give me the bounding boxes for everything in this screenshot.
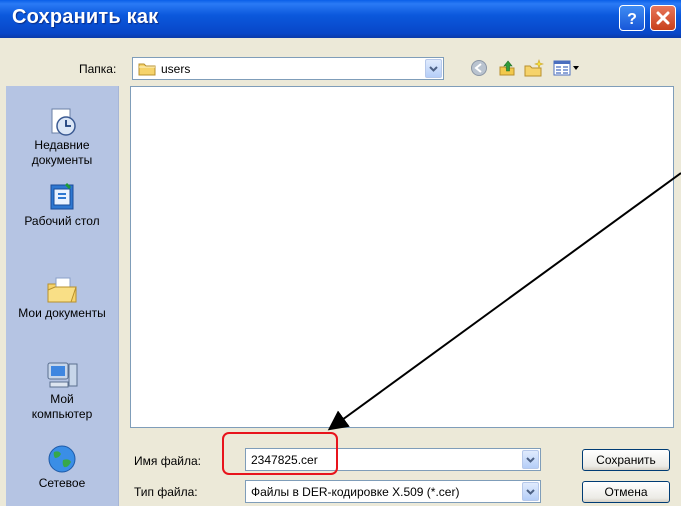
up-folder-icon	[499, 60, 515, 76]
save-button[interactable]: Сохранить	[582, 449, 670, 471]
place-label-recent: Недавние документы	[31, 138, 93, 167]
place-network[interactable]: Сетевое	[6, 442, 118, 491]
filename-label: Имя файла:	[134, 454, 201, 468]
close-button[interactable]	[650, 5, 676, 31]
back-arrow-icon	[471, 60, 487, 76]
place-desktop[interactable]: Рабочий стол	[6, 182, 118, 229]
network-icon	[48, 445, 76, 473]
view-menu-button[interactable]	[552, 58, 582, 78]
folder-dropdown-button[interactable]	[425, 59, 442, 78]
help-button[interactable]: ?	[619, 5, 645, 31]
file-list[interactable]	[130, 86, 674, 428]
filename-dropdown-button[interactable]	[522, 450, 539, 469]
filename-highlight	[222, 432, 338, 475]
place-my-computer[interactable]: Мой компьютер	[6, 360, 118, 422]
title-bar[interactable]: Сохранить как ?	[0, 0, 681, 38]
svg-text:?: ?	[627, 11, 637, 26]
my-documents-icon	[47, 277, 77, 303]
my-computer-icon	[47, 362, 78, 388]
filetype-label: Тип файла:	[134, 485, 198, 499]
up-folder-button[interactable]	[497, 58, 517, 78]
place-label-desktop: Рабочий стол	[24, 214, 100, 228]
view-menu-icon	[553, 60, 579, 76]
folder-dropdown[interactable]: users	[132, 57, 444, 80]
filetype-dropdown[interactable]: Файлы в DER-кодировке X.509 (*.cer)	[245, 480, 541, 503]
cancel-button[interactable]: Отмена	[582, 481, 670, 503]
places-bar: Недавние документы Рабочий стол Мои доку…	[6, 86, 119, 506]
folder-current: users	[161, 62, 191, 76]
folder-label: Папка:	[79, 62, 117, 76]
chevron-down-icon	[526, 456, 535, 463]
place-my-documents[interactable]: Мои документы	[6, 274, 118, 321]
desktop-icon	[50, 182, 74, 210]
chevron-down-icon	[429, 65, 438, 72]
window-title: Сохранить как	[12, 6, 159, 28]
close-icon	[656, 11, 670, 25]
new-folder-icon	[524, 59, 544, 77]
recent-documents-icon	[51, 108, 76, 136]
question-icon: ?	[627, 11, 637, 26]
filetype-value: Файлы в DER-кодировке X.509 (*.cer)	[251, 485, 460, 499]
save-as-dialog: Сохранить как ? Папка: users Недавние до…	[0, 0, 681, 506]
chevron-down-icon	[526, 488, 535, 495]
place-label-my-documents: Мои документы	[18, 306, 106, 320]
new-folder-button[interactable]	[524, 58, 544, 78]
filetype-dropdown-button[interactable]	[522, 482, 539, 501]
place-recent-documents[interactable]: Недавние документы	[6, 106, 118, 168]
place-label-network: Сетевое	[38, 476, 86, 490]
back-button[interactable]	[469, 58, 489, 78]
folder-icon	[138, 63, 156, 76]
place-label-my-computer: Мой компьютер	[31, 392, 93, 421]
